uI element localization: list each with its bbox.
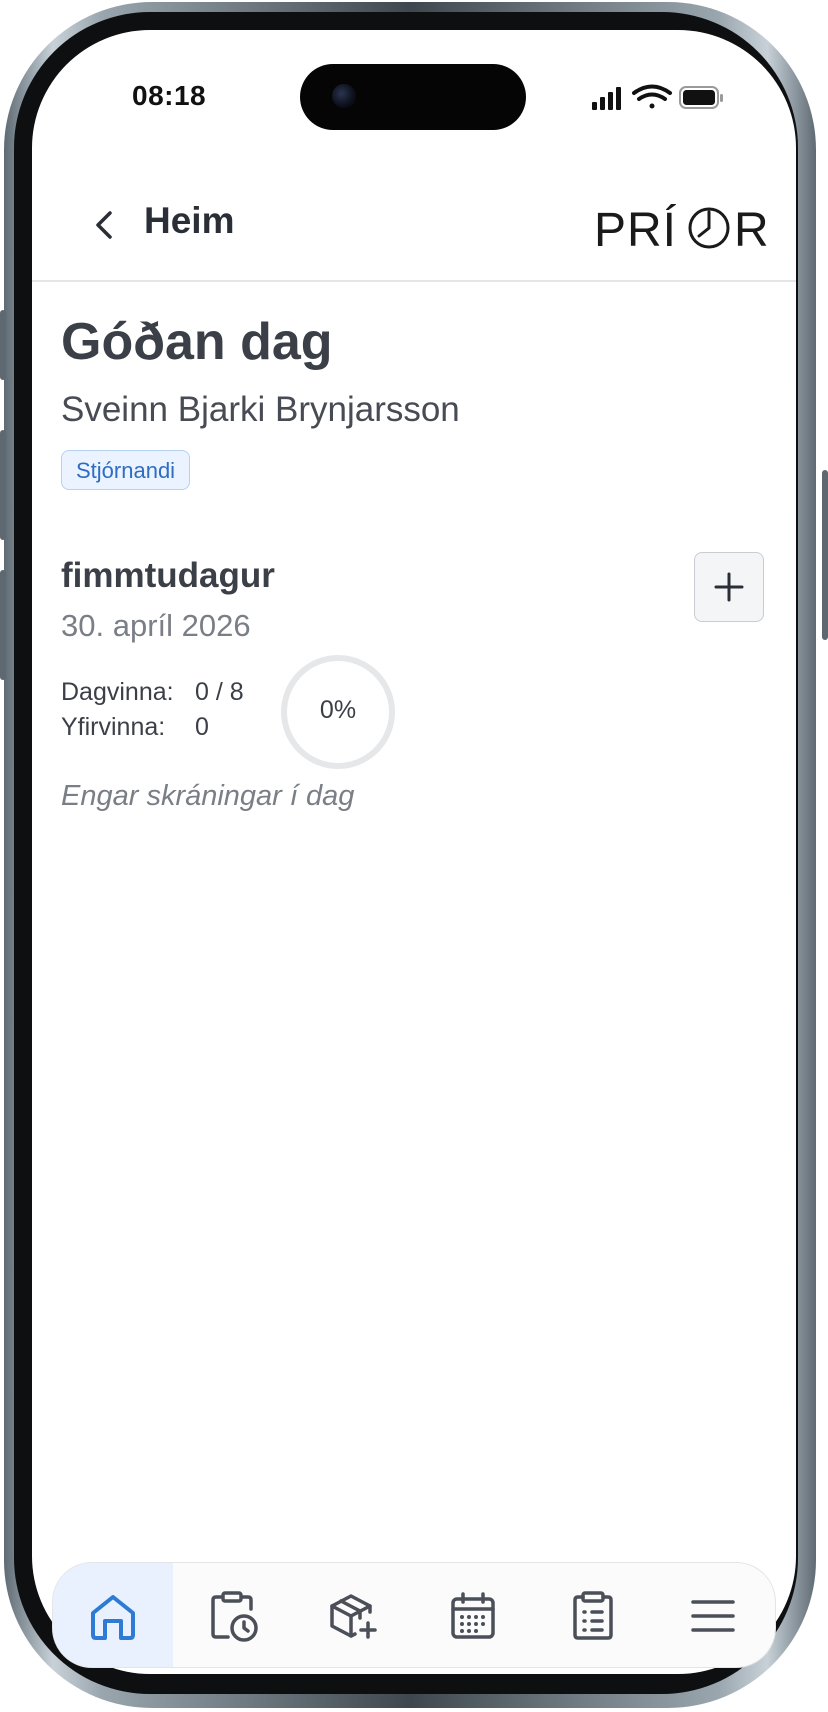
menu-icon — [691, 1600, 735, 1632]
greeting-title: Góðan dag — [61, 313, 333, 371]
wifi-icon — [632, 84, 672, 109]
volume-down-button — [0, 570, 6, 680]
overtime-label: Yfirvinna: — [61, 713, 166, 741]
date-text: 30. apríl 2026 — [61, 608, 251, 643]
progress-percent: 0% — [319, 696, 357, 724]
role-badge: Stjórnandi — [61, 450, 191, 490]
home-icon — [91, 1595, 135, 1640]
back-button[interactable] — [82, 202, 128, 248]
top-header: Heim PRÍ R — [32, 170, 796, 280]
overtime-row: Yfirvinna: 0 — [61, 713, 209, 742]
day-work-label: Dagvinna: — [61, 678, 174, 706]
svg-text:PRÍ: PRÍ — [594, 204, 677, 254]
clipboard-clock-icon — [211, 1591, 258, 1642]
nav-materials[interactable] — [293, 1563, 413, 1667]
empty-state-text: Engar skráningar í dag — [61, 780, 355, 812]
power-button — [822, 470, 828, 640]
clipboard-list-icon — [573, 1591, 613, 1640]
nav-time-entries[interactable] — [173, 1563, 293, 1667]
battery-icon — [679, 86, 723, 109]
add-entry-button[interactable] — [694, 552, 764, 622]
plus-icon — [714, 572, 744, 602]
app-root: 08:18 Heim PRÍ R Góðan dag Sveinn Bjarki… — [0, 0, 828, 1712]
nav-calendar[interactable] — [413, 1563, 533, 1667]
volume-up-button — [0, 430, 6, 540]
page-title: Heim — [144, 200, 235, 241]
chevron-left-icon — [96, 211, 112, 239]
calendar-icon — [451, 1592, 495, 1639]
nav-menu[interactable] — [653, 1563, 773, 1667]
bottom-nav — [52, 1562, 776, 1668]
day-work-row: Dagvinna: 0 / 8 — [61, 678, 244, 707]
header-divider — [32, 280, 796, 282]
status-icons — [592, 84, 723, 110]
action-button — [0, 310, 6, 380]
nav-home[interactable] — [53, 1563, 173, 1667]
package-add-icon — [330, 1594, 377, 1639]
status-time: 08:18 — [132, 80, 207, 111]
nav-tasks[interactable] — [533, 1563, 653, 1667]
user-name: Sveinn Bjarki Brynjarsson — [61, 390, 460, 429]
weekday-heading: fimmtudagur — [61, 556, 275, 595]
signal-icon — [592, 87, 621, 110]
overtime-value: 0 — [195, 713, 209, 741]
svg-text:R: R — [734, 204, 769, 254]
camera-lens — [332, 84, 356, 108]
day-work-value: 0 / 8 — [195, 678, 244, 706]
prior-logo: PRÍ R — [594, 204, 769, 254]
